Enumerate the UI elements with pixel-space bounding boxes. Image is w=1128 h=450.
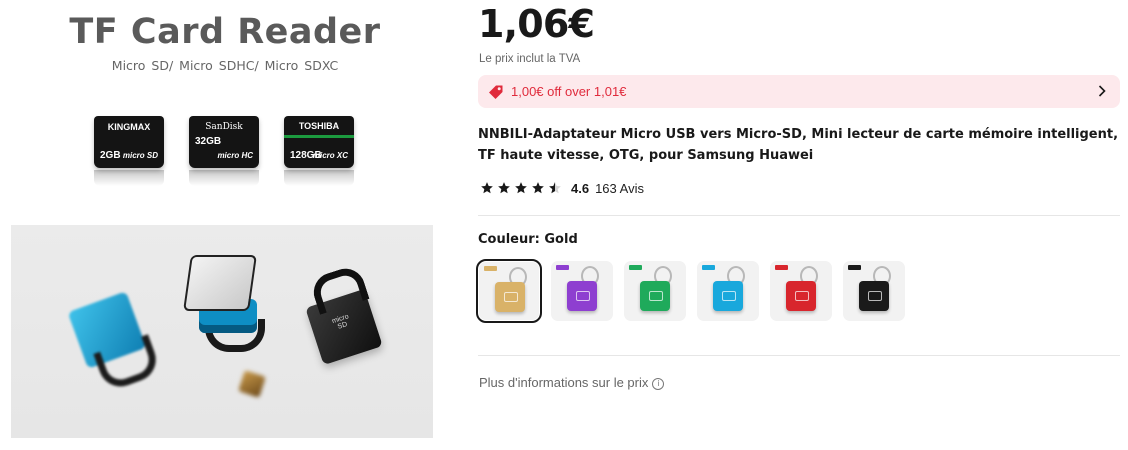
product-image[interactable]: TF Card Reader Micro SD/ Micro SDHC/ Mic… [0,0,450,450]
star-icon [532,182,544,194]
swatch-thumbnail [567,281,597,311]
swatch-tag [629,265,642,270]
swatch-tag [848,265,861,270]
card-reader-usb [181,255,265,352]
card-reflection [94,170,164,186]
image-subheadline: Micro SD/ Micro SDHC/ Micro SDXC [111,58,339,73]
sd-card-image: KINGMAX 2GB micro SD [94,116,164,168]
color-swatch-gold[interactable] [476,259,542,323]
swatch-thumbnail [640,281,670,311]
tax-note: Le prix inclut la TVA [479,53,581,65]
swatch-tag [484,266,497,271]
star-icon [481,182,493,194]
chevron-right-icon [1098,85,1106,97]
card-logo: micro HC [217,151,253,160]
swatch-tag [556,265,569,270]
sd-card-image: SanDisk 32GB micro HC [189,116,259,168]
swatch-thumbnail [786,281,816,311]
color-swatch-black[interactable] [843,261,905,321]
rating-row: 4.6 163 Avis [480,180,644,196]
divider [478,215,1120,216]
swatch-thumbnail [713,281,743,311]
card-logo: micro SD [122,151,158,160]
product-title: NNBILI-Adaptateur Micro USB vers Micro-S… [478,127,1119,163]
promo-text: 1,00€ off over 1,01€ [511,84,627,99]
promo-banner[interactable]: 1,00€ off over 1,01€ [478,75,1120,108]
swatch-thumbnail [859,281,889,311]
card-brand: TOSHIBA [298,121,340,131]
black-card-reader: micro SD [305,263,383,366]
card-stripe [284,135,354,138]
image-headline: TF Card Reader [69,12,381,52]
color-swatch-red[interactable] [770,261,832,321]
card-capacity: 2GB [100,150,121,161]
swatch-tag [775,265,788,270]
card-capacity: 32GB [195,136,222,147]
rating-stars [480,181,562,195]
color-label: Couleur: Gold [478,232,578,247]
info-icon: i [652,378,665,390]
swatch-thumbnail [495,282,525,312]
gold-card-reader [238,370,266,398]
readers-photo: micro SD [11,225,433,438]
card-brand: KINGMAX [107,122,151,132]
swatch-tag [702,265,715,270]
card-logo: micro XC [312,151,348,160]
card-reflection [189,170,259,186]
sd-card-image: TOSHIBA 128GB micro XC [284,116,354,168]
divider [478,355,1120,356]
price: 1,06€ [478,2,595,46]
star-half-icon [549,182,561,194]
more-info-text: Plus d'informations sur le prix [479,375,649,390]
star-icon [515,182,527,194]
reviews-link[interactable]: 163 Avis [595,181,644,196]
star-icon [498,182,510,194]
more-price-info-link[interactable]: Plus d'informations sur le prix i [479,375,665,390]
color-swatch-blue[interactable] [697,261,759,321]
color-swatch-green[interactable] [624,261,686,321]
price-tag-icon [489,85,503,99]
blue-card-reader [67,291,162,393]
card-brand: SanDisk [205,122,243,132]
rating-score: 4.6 [571,180,590,196]
color-swatch-purple[interactable] [551,261,613,321]
card-reflection [284,170,354,186]
color-swatches [476,259,905,323]
